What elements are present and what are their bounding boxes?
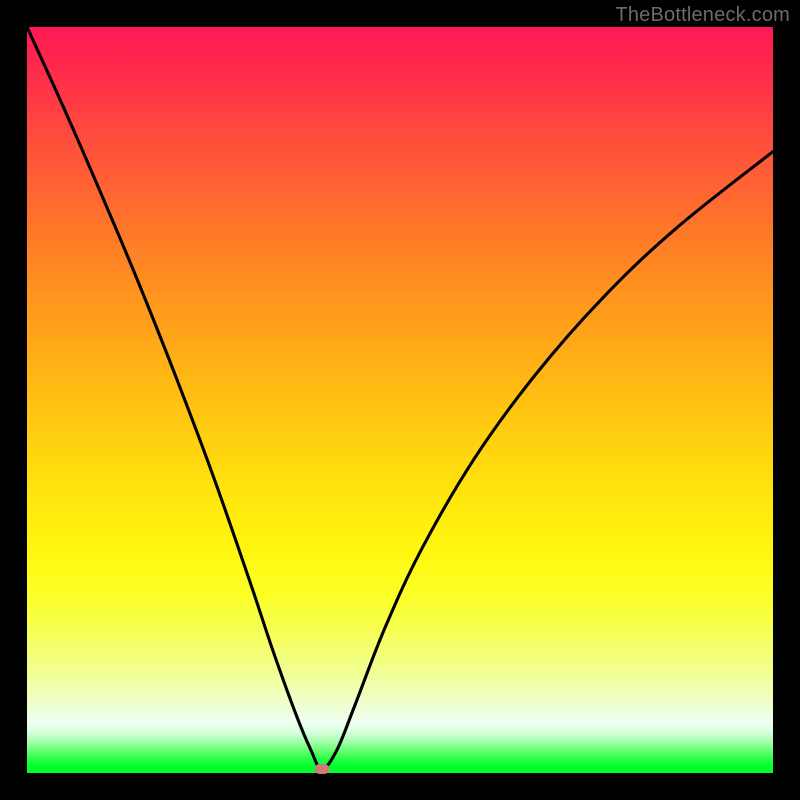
bottleneck-curve	[27, 27, 773, 773]
optimal-point-marker	[314, 764, 329, 774]
curve-path	[27, 27, 773, 769]
chart-frame	[27, 27, 773, 773]
watermark-text: TheBottleneck.com	[615, 4, 790, 27]
